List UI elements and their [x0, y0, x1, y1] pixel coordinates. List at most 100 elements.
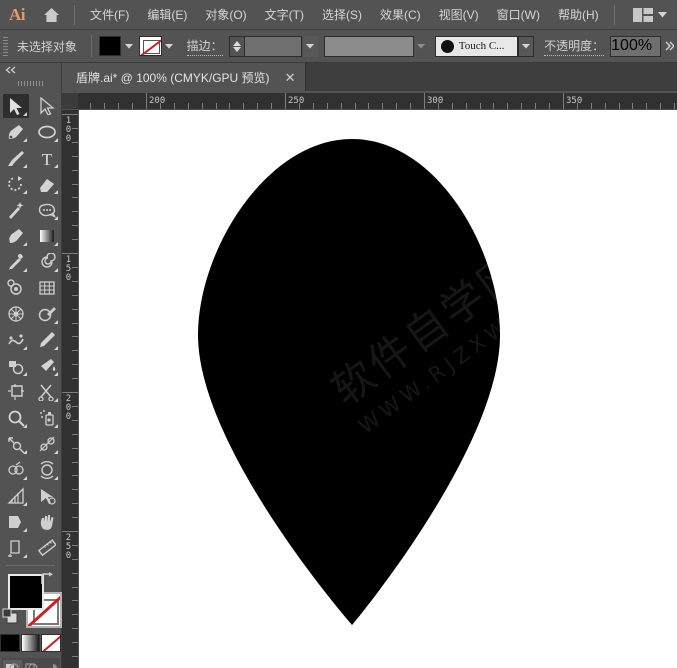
tool-flyout-indicator[interactable] — [54, 164, 58, 168]
vertical-ruler[interactable]: 1001502002503 — [62, 110, 79, 668]
tool-flyout-indicator[interactable] — [54, 138, 58, 142]
tool-flyout-indicator[interactable] — [54, 450, 58, 454]
perspective-grid-tool[interactable] — [0, 301, 31, 327]
swap-fill-stroke-icon[interactable] — [39, 572, 55, 591]
tools-panel-grip[interactable] — [0, 77, 61, 90]
fill-swatch-chevron-icon[interactable] — [121, 36, 136, 56]
pen-tool[interactable] — [0, 119, 31, 145]
rotate-view-tool[interactable] — [0, 275, 31, 301]
hand-tool[interactable] — [31, 509, 62, 535]
scale-tool[interactable] — [0, 431, 31, 457]
width-tool[interactable] — [31, 431, 62, 457]
tool-flyout-indicator[interactable] — [54, 424, 58, 428]
gradient-mode-button[interactable] — [20, 634, 41, 652]
ellipse-tool[interactable] — [31, 119, 62, 145]
grid-tool[interactable] — [31, 275, 62, 301]
home-icon[interactable] — [34, 0, 68, 30]
control-bar-grip[interactable] — [0, 30, 11, 63]
tool-flyout-indicator[interactable] — [23, 528, 27, 532]
eraser-tool[interactable] — [31, 171, 62, 197]
tool-flyout-indicator[interactable] — [23, 268, 27, 272]
gradient-tool[interactable] — [31, 223, 62, 249]
none-mode-button[interactable] — [41, 634, 62, 652]
tool-flyout-indicator[interactable] — [23, 346, 27, 350]
blob-brush-tool[interactable] — [31, 197, 62, 223]
fill-color-swatch[interactable] — [98, 36, 122, 56]
menu-item-edit[interactable]: 编辑(E) — [138, 0, 196, 30]
tool-flyout-indicator[interactable] — [23, 164, 27, 168]
selection-tool[interactable] — [0, 93, 31, 119]
pencil-tool[interactable] — [31, 327, 62, 353]
artboard-tool[interactable] — [0, 379, 31, 405]
tool-flyout-indicator[interactable] — [54, 476, 58, 480]
symbol-sprayer-tool[interactable] — [0, 327, 31, 353]
tool-flyout-indicator[interactable] — [23, 554, 27, 558]
shape-builder-tool[interactable] — [31, 301, 62, 327]
menu-item-select[interactable]: 选择(S) — [313, 0, 371, 30]
tool-flyout-indicator[interactable] — [54, 242, 58, 246]
draw-inside-button[interactable] — [41, 660, 60, 668]
direct-selection-tool[interactable] — [31, 93, 62, 119]
stroke-weight-control[interactable] — [228, 35, 318, 57]
tool-flyout-indicator[interactable] — [23, 502, 27, 506]
blend-tool[interactable] — [0, 457, 31, 483]
tool-flyout-indicator[interactable] — [54, 372, 58, 376]
stroke-weight-chevron-icon[interactable] — [301, 35, 318, 57]
rotate-tool[interactable] — [0, 171, 31, 197]
page-tool[interactable] — [0, 535, 31, 561]
brush-definition-dropdown[interactable]: Touch C... — [434, 35, 519, 57]
tool-flyout-indicator[interactable] — [23, 112, 27, 116]
tool-flyout-indicator[interactable] — [23, 138, 27, 142]
menu-item-help[interactable]: 帮助(H) — [549, 0, 608, 30]
tool-flyout-indicator[interactable] — [23, 242, 27, 246]
close-icon[interactable]: ✕ — [281, 71, 300, 84]
stroke-swatch-chevron-icon[interactable] — [162, 36, 177, 56]
menu-item-effect[interactable]: 效果(C) — [371, 0, 430, 30]
magic-wand-tool[interactable] — [0, 197, 31, 223]
stroke-color-swatch[interactable] — [139, 36, 162, 56]
shaper-tool[interactable] — [0, 223, 31, 249]
workspace-switcher[interactable] — [625, 0, 675, 30]
menu-item-window[interactable]: 窗口(W) — [488, 0, 549, 30]
paintbucket-tool[interactable] — [31, 353, 62, 379]
ruler-corner[interactable] — [62, 93, 79, 110]
paintbrush-tool[interactable] — [0, 145, 31, 171]
symbol-sprayer2-tool[interactable] — [31, 405, 62, 431]
tool-flyout-indicator[interactable] — [54, 190, 58, 194]
horizontal-ruler[interactable]: 200 250 300 350 — [78, 93, 677, 110]
draw-normal-button[interactable] — [2, 660, 22, 668]
menu-item-object[interactable]: 对象(O) — [196, 0, 255, 30]
color-mode-button[interactable] — [0, 634, 20, 652]
menu-item-view[interactable]: 视图(V) — [430, 0, 488, 30]
live-paint-tool[interactable] — [0, 353, 31, 379]
tool-flyout-indicator[interactable] — [23, 190, 27, 194]
stroke-weight-input[interactable] — [243, 35, 302, 57]
tool-flyout-indicator[interactable] — [54, 346, 58, 350]
slice-tool[interactable] — [0, 509, 31, 535]
stroke-weight-stepper[interactable] — [228, 35, 244, 57]
opacity-input[interactable]: 100% — [610, 35, 662, 57]
width-profile-chevron-icon[interactable] — [414, 36, 429, 56]
scissors-tool[interactable] — [31, 379, 62, 405]
perspective-sel-tool[interactable] — [31, 483, 62, 509]
spiral-tool[interactable] — [31, 249, 62, 275]
measure-tool[interactable] — [31, 535, 62, 561]
eyedropper-tool[interactable] — [0, 249, 31, 275]
width-profile-dropdown[interactable] — [323, 35, 415, 57]
control-bar-overflow-icon[interactable] — [661, 30, 677, 63]
tool-flyout-indicator[interactable] — [23, 476, 27, 480]
default-fill-stroke-icon[interactable] — [2, 608, 18, 629]
zoom-tool[interactable] — [0, 405, 31, 431]
graph-tool[interactable] — [0, 483, 31, 509]
tool-flyout-indicator[interactable] — [23, 372, 27, 376]
menu-item-type[interactable]: 文字(T) — [256, 0, 313, 30]
tool-flyout-indicator[interactable] — [54, 398, 58, 402]
type-tool[interactable]: T — [31, 145, 62, 171]
tool-flyout-indicator[interactable] — [23, 450, 27, 454]
brush-chevron-icon[interactable] — [518, 35, 535, 57]
artboard-canvas[interactable]: 软件自学网 WWW.RJZXW.COM — [79, 110, 677, 668]
document-tab[interactable]: 盾牌.ai* @ 100% (CMYK/GPU 预览) ✕ — [62, 63, 307, 91]
draw-behind-button[interactable] — [22, 660, 41, 668]
tools-panel-collapse-icon[interactable] — [0, 63, 61, 77]
tool-flyout-indicator[interactable] — [23, 424, 27, 428]
